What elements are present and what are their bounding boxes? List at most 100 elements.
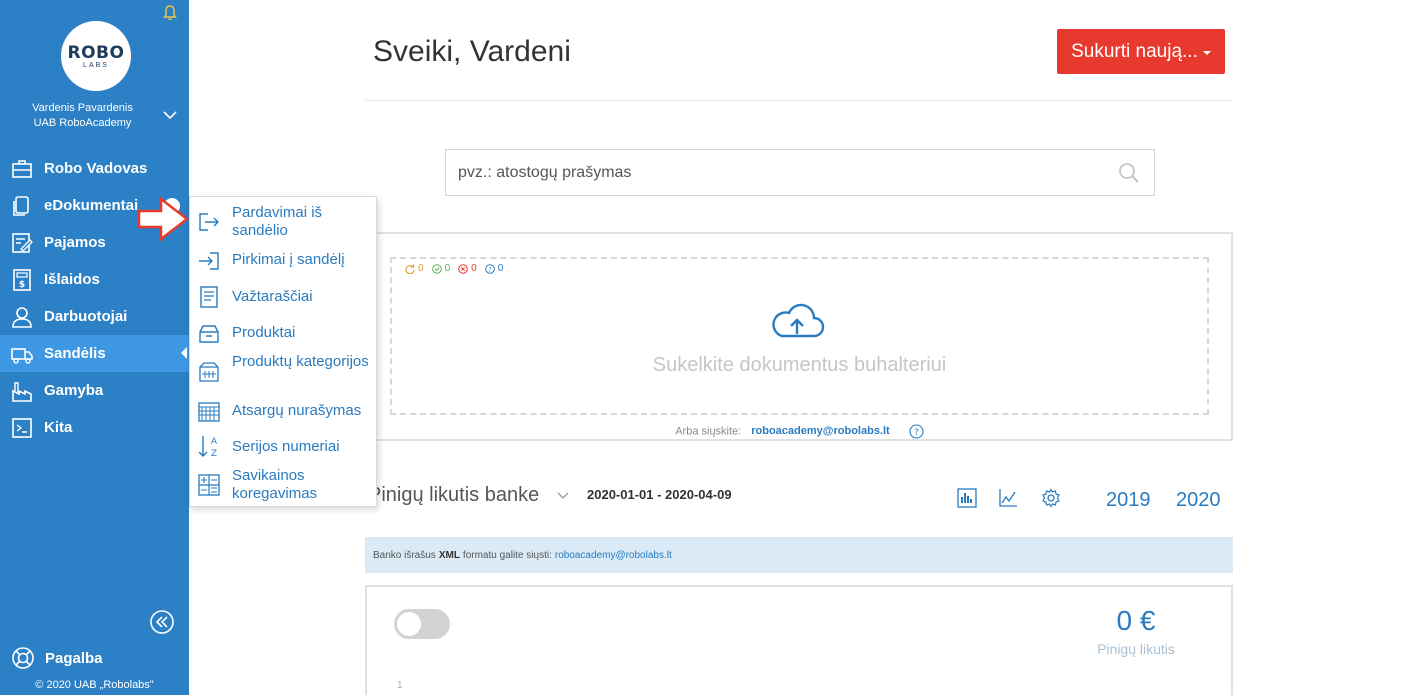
- help-label: Pagalba: [45, 649, 103, 667]
- success-count: 0: [431, 263, 451, 274]
- header-divider: [365, 100, 1233, 101]
- pending-count: 0: [405, 263, 424, 274]
- logo-subtext: LABS: [83, 62, 109, 69]
- refresh-icon: [405, 264, 415, 274]
- submenu-item-label: Produktų kategorijos: [232, 353, 369, 370]
- svg-text:?: ?: [488, 266, 491, 273]
- search-box: [445, 149, 1155, 196]
- employee-icon: [12, 306, 32, 328]
- sign-in-icon: [199, 252, 219, 270]
- question-circle-icon: ?: [484, 263, 495, 274]
- warehouse-submenu: Pardavimai iš sandėlio Pirkimai į sandėl…: [189, 196, 377, 507]
- search-icon[interactable]: [1118, 162, 1140, 184]
- submenu-item-label: Pardavimai iš sandėlio: [232, 204, 323, 239]
- sidebar-item-label: Pajamos: [44, 234, 106, 251]
- sidebar-item-sandelis[interactable]: Sandėlis: [0, 335, 189, 372]
- sidebar-item-islaidos[interactable]: $ Išlaidos: [0, 261, 189, 298]
- create-new-button[interactable]: Sukurti naują...: [1057, 29, 1225, 74]
- chart-toggle[interactable]: [394, 609, 450, 639]
- svg-text:A: A: [211, 437, 218, 447]
- info-suffix: formatu galite siųsti:: [462, 549, 552, 561]
- svg-text:Z: Z: [211, 449, 217, 459]
- success-count-value: 0: [444, 263, 451, 274]
- help-circle-icon[interactable]: ?: [909, 424, 924, 439]
- year-tab-2019[interactable]: 2019: [1106, 489, 1151, 512]
- upload-email-link[interactable]: roboacademy@robolabs.lt: [751, 425, 889, 437]
- upload-email-line: Arba siųskite: roboacademy@robolabs.lt ?: [390, 424, 1209, 439]
- svg-text:?: ?: [914, 428, 919, 438]
- category-icon: [199, 362, 219, 382]
- logo-text: ROBO: [67, 43, 125, 63]
- sign-out-icon: [199, 213, 219, 231]
- bank-balance-title: Pinigų likutis banke: [368, 484, 540, 506]
- collapse-sidebar-icon[interactable]: [149, 609, 175, 635]
- question-count: ? 0: [484, 263, 504, 274]
- info-prefix: Banko išrašus: [373, 549, 436, 561]
- pointer-arrow-icon: [137, 196, 190, 242]
- user-info[interactable]: Vardenis Pavardenis UAB RoboAcademy: [0, 101, 189, 131]
- bell-icon[interactable]: [163, 5, 177, 21]
- submenu-item-label: Atsargų nurašymas: [232, 402, 362, 419]
- help-link[interactable]: Pagalba: [11, 646, 103, 670]
- error-count: 0: [458, 263, 477, 274]
- calculator-icon: [198, 474, 220, 496]
- upload-status-counts: 0 0 0 ? 0: [405, 263, 503, 274]
- briefcase-icon: [12, 159, 32, 178]
- company-name: UAB RoboAcademy: [33, 117, 132, 129]
- submenu-item-label: Pirkimai į sandėlį: [232, 251, 345, 268]
- active-caret: [181, 347, 187, 359]
- inbox-icon: [199, 325, 219, 343]
- pending-count-value: 0: [418, 263, 424, 274]
- submenu-item-label: Produktai: [232, 324, 296, 341]
- info-format: XML: [438, 549, 460, 561]
- sidebar-item-label: Kita: [44, 419, 73, 436]
- submenu-item-label: Serijos numeriai: [232, 438, 340, 455]
- date-range[interactable]: 2020-01-01 - 2020-04-09: [587, 487, 732, 502]
- bank-balance-card: [365, 585, 1233, 695]
- create-new-label: Sukurti naują...: [1071, 40, 1198, 62]
- bar-chart-icon[interactable]: [957, 488, 977, 508]
- documents-icon: [13, 195, 29, 216]
- error-circle-icon: [458, 263, 468, 274]
- user-name: Vardenis Pavardenis: [32, 102, 133, 114]
- svg-text:$: $: [19, 280, 25, 290]
- search-input[interactable]: [458, 163, 1098, 182]
- gear-icon[interactable]: [1041, 488, 1061, 508]
- bank-info-banner: Banko išrašus XML formatu galite siųsti:…: [365, 537, 1233, 573]
- upload-title: Sukelkite dokumentus buhalteriui: [652, 354, 947, 376]
- year-tab-2020[interactable]: 2020: [1176, 489, 1221, 512]
- other-icon: [12, 417, 32, 438]
- line-chart-icon[interactable]: [998, 488, 1018, 508]
- copyright-text: © 2020 UAB „Robolabs": [35, 679, 154, 691]
- sidebar-item-label: Darbuotojai: [44, 308, 128, 325]
- sidebar-item-label: eDokumentai: [44, 197, 139, 214]
- balance-label: Pinigų likutis: [1097, 641, 1175, 657]
- sidebar: ROBO LABS Vardenis Pavardenis UAB RoboAc…: [0, 0, 189, 695]
- company-logo: ROBO LABS: [61, 21, 131, 91]
- sidebar-item-label: Išlaidos: [44, 271, 100, 288]
- chevron-down-icon[interactable]: [163, 110, 177, 120]
- error-count-value: 0: [471, 263, 477, 274]
- bank-email-link[interactable]: roboacademy@robolabs.lt: [555, 550, 672, 561]
- waybill-icon: [200, 286, 218, 308]
- warehouse-truck-icon: [11, 347, 33, 364]
- balance-value: 0 €: [1116, 605, 1156, 636]
- sidebar-item-label: Gamyba: [44, 382, 104, 399]
- sidebar-item-darbuotojai[interactable]: Darbuotojai: [0, 298, 189, 335]
- email-prefix: Arba siųskite:: [675, 425, 742, 438]
- chevron-down-icon[interactable]: [557, 492, 569, 500]
- sidebar-item-label: Sandėlis: [44, 345, 106, 362]
- sidebar-item-kita[interactable]: Kita: [0, 409, 189, 446]
- submenu-item-label: Važtaraščiai: [232, 288, 313, 305]
- check-circle-icon: [431, 263, 442, 274]
- receipt-icon: $: [13, 268, 31, 291]
- lifebuoy-icon: [12, 647, 34, 669]
- caret-down-icon: [1202, 50, 1211, 55]
- page-title: Sveiki, Vardeni: [373, 35, 571, 68]
- sidebar-item-robo-vadovas[interactable]: Robo Vadovas: [0, 150, 189, 187]
- cloud-upload-icon[interactable]: [766, 301, 828, 341]
- sort-az-icon: A Z: [198, 436, 218, 459]
- sidebar-item-gamyba[interactable]: Gamyba: [0, 372, 189, 409]
- question-count-value: 0: [497, 263, 504, 274]
- write-off-icon: [198, 402, 220, 422]
